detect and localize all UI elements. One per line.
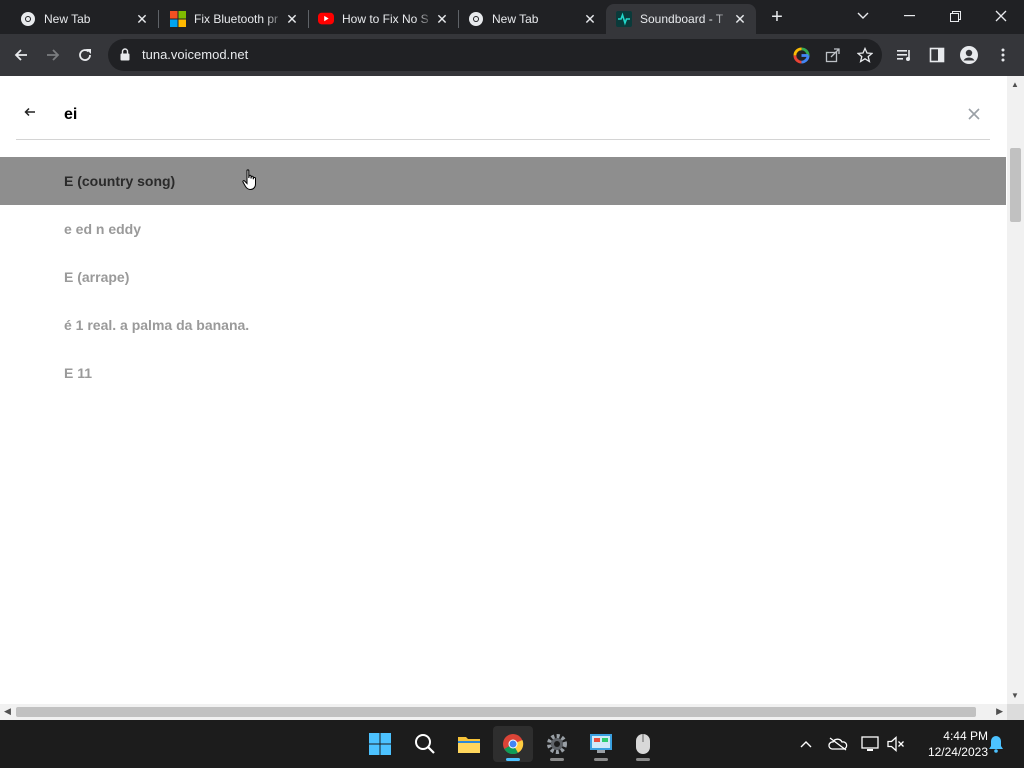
lock-icon[interactable] (120, 48, 130, 66)
close-tab-icon[interactable]: ✕ (434, 11, 450, 27)
running-indicator (594, 758, 608, 761)
tab-title: New Tab (492, 12, 539, 26)
horizontal-scrollbar[interactable]: ◀ ▶ (0, 704, 1007, 720)
tab-title: Fix Bluetooth pr (194, 12, 279, 26)
tab-search-chevron-icon[interactable] (840, 0, 886, 32)
url-text[interactable]: tuna.voicemod.net (142, 47, 248, 62)
restore-icon[interactable] (932, 0, 978, 32)
clear-search-icon[interactable] (968, 106, 980, 122)
search-result-item[interactable]: E (country song) (0, 157, 1006, 205)
system-clock[interactable]: 4:44 PM 12/24/2023 (912, 728, 988, 760)
google-icon[interactable] (792, 46, 810, 64)
horizontal-scroll-thumb[interactable] (16, 707, 976, 717)
share-icon[interactable] (824, 46, 842, 64)
bookmark-star-icon[interactable] (856, 46, 874, 64)
hand-pointer-cursor-icon (242, 169, 258, 196)
scroll-down-icon[interactable]: ▼ (1011, 691, 1019, 700)
scrollbar-corner (1007, 704, 1024, 720)
tab-title: How to Fix No S (342, 12, 429, 26)
side-panel-icon[interactable] (924, 42, 950, 68)
back-arrow-icon[interactable] (24, 104, 36, 120)
tab-strip: New Tab ✕ Fix Bluetooth pr ✕ How to Fix … (0, 0, 1024, 34)
chrome-taskbar-icon[interactable] (493, 726, 533, 762)
chrome-icon (20, 11, 36, 27)
tab-new-tab-2[interactable]: New Tab ✕ (458, 4, 606, 34)
onedrive-icon[interactable] (828, 734, 848, 754)
chrome-icon (468, 11, 484, 27)
clock-time: 4:44 PM (943, 729, 988, 743)
running-indicator (506, 758, 520, 761)
address-bar[interactable]: tuna.voicemod.net (108, 39, 882, 71)
notification-bell-icon[interactable] (986, 734, 1006, 754)
chevron-up-icon[interactable] (796, 734, 816, 754)
reload-icon[interactable] (72, 42, 98, 68)
vertical-scroll-thumb[interactable] (1010, 148, 1021, 222)
close-tab-icon[interactable]: ✕ (582, 11, 598, 27)
search-bar (16, 76, 990, 140)
file-explorer-icon[interactable] (449, 726, 489, 762)
close-tab-icon[interactable]: ✕ (134, 11, 150, 27)
running-indicator (550, 758, 564, 761)
control-panel-icon[interactable] (581, 726, 621, 762)
scroll-up-icon[interactable]: ▲ (1011, 80, 1019, 89)
tab-soundboard[interactable]: Soundboard - T ✕ (606, 4, 756, 34)
scroll-left-icon[interactable]: ◀ (4, 706, 11, 717)
tab-fix-bluetooth[interactable]: Fix Bluetooth pr ✕ (158, 4, 308, 34)
vertical-scrollbar[interactable]: ▲ ▼ (1007, 76, 1024, 704)
tab-how-to-fix[interactable]: How to Fix No S ✕ (308, 4, 458, 34)
tab-new-tab-1[interactable]: New Tab ✕ (0, 4, 158, 34)
close-window-icon[interactable] (978, 0, 1024, 32)
profile-avatar-icon[interactable] (956, 42, 982, 68)
voicemod-icon (616, 11, 632, 27)
windows-logo-icon (369, 733, 391, 755)
clock-date: 12/24/2023 (927, 745, 988, 759)
running-indicator (636, 758, 650, 761)
search-input[interactable] (64, 102, 864, 128)
close-tab-icon[interactable]: ✕ (284, 11, 300, 27)
minimize-icon[interactable] (886, 0, 932, 32)
menu-kebab-icon[interactable] (990, 42, 1016, 68)
tab-title: New Tab (44, 12, 91, 26)
windows-taskbar: 4:44 PM 12/24/2023 (0, 720, 1024, 768)
close-tab-icon[interactable]: ✕ (732, 11, 748, 27)
start-button[interactable] (360, 726, 400, 762)
new-tab-button[interactable]: + (766, 6, 788, 28)
settings-gear-icon[interactable] (537, 726, 577, 762)
search-result-item[interactable]: E (arrape) (0, 253, 1006, 301)
scroll-right-icon[interactable]: ▶ (996, 706, 1003, 717)
search-results-list: E (country song) e ed n eddy E (arrape) … (0, 157, 1006, 397)
search-result-item[interactable]: é 1 real. a palma da banana. (0, 301, 1006, 349)
search-result-item[interactable]: e ed n eddy (0, 205, 1006, 253)
volume-muted-icon[interactable] (886, 734, 906, 754)
search-icon[interactable] (405, 726, 445, 762)
network-icon[interactable] (860, 734, 880, 754)
tab-title: Soundboard - T (640, 12, 724, 26)
forward-icon[interactable] (40, 42, 66, 68)
media-control-icon[interactable] (892, 42, 918, 68)
search-result-item[interactable]: E 11 (0, 349, 1006, 397)
mouse-app-icon[interactable] (623, 726, 663, 762)
web-page: E (country song) e ed n eddy E (arrape) … (0, 76, 1024, 720)
browser-toolbar: tuna.voicemod.net (0, 34, 1024, 76)
youtube-icon (318, 11, 334, 27)
back-icon[interactable] (8, 42, 34, 68)
microsoft-icon (170, 11, 186, 27)
